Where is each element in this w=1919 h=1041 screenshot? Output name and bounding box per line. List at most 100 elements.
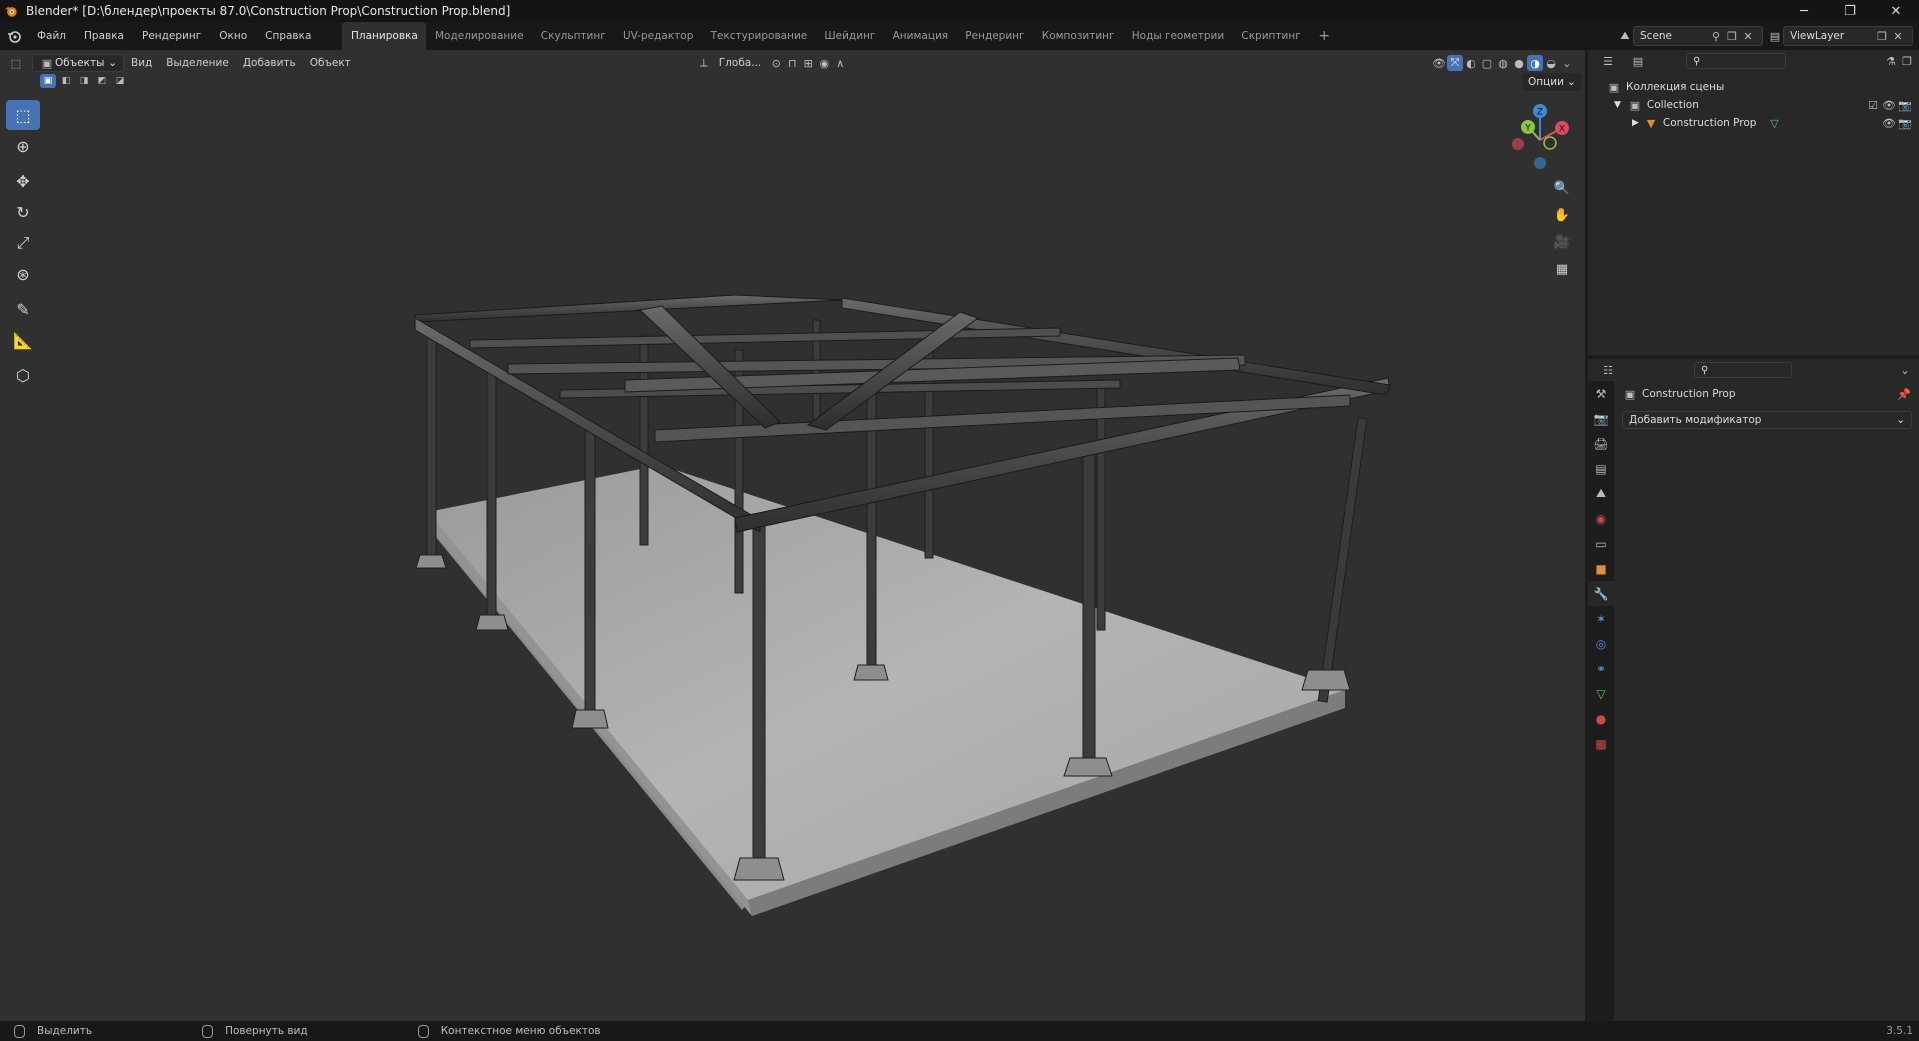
- 3d-viewport[interactable]: ⬚ ▣ Объекты ⌄ Вид Выделение Добавить Объ…: [0, 50, 1585, 1021]
- delete-view-layer-icon[interactable]: ✕: [1890, 28, 1906, 44]
- scene-selector[interactable]: Scene ⚲ ❐ ✕: [1633, 26, 1763, 46]
- menu-window[interactable]: Окно: [210, 22, 256, 50]
- new-collection-icon[interactable]: ❐: [1899, 53, 1915, 69]
- cursor-icon[interactable]: ⊕: [6, 131, 40, 161]
- add-workspace-icon[interactable]: +: [1309, 22, 1339, 50]
- menu-render[interactable]: Рендеринг: [133, 22, 210, 50]
- select-extend-icon[interactable]: ◧: [58, 74, 74, 88]
- construction-prop-mesh[interactable]: [0, 50, 1585, 1021]
- tab-shading[interactable]: Шейдинг: [816, 22, 884, 50]
- select-box-icon[interactable]: ⬚: [6, 100, 40, 130]
- new-view-layer-icon[interactable]: ❐: [1874, 28, 1890, 44]
- material-icon[interactable]: ●: [1588, 706, 1614, 731]
- world-icon[interactable]: ◉: [1588, 506, 1614, 531]
- gizmo-toggle-icon[interactable]: ⤧: [1447, 55, 1463, 71]
- select-intersect-icon[interactable]: ◪: [112, 74, 128, 88]
- particles-icon[interactable]: ✶: [1588, 606, 1614, 631]
- editor-type-icon[interactable]: ⬚: [8, 55, 24, 71]
- eye-icon[interactable]: 👁: [1881, 115, 1897, 131]
- solid-shading-icon[interactable]: ●: [1511, 55, 1527, 71]
- rotate-icon[interactable]: ↻: [6, 197, 40, 227]
- outliner-search[interactable]: ⚲: [1686, 53, 1786, 69]
- move-icon[interactable]: ✥: [6, 166, 40, 196]
- proportional-edit-icon[interactable]: ◉: [816, 55, 832, 71]
- menu-select[interactable]: Выделение: [159, 57, 236, 69]
- tab-animation[interactable]: Анимация: [884, 22, 957, 50]
- tab-geometry-nodes[interactable]: Ноды геометрии: [1123, 22, 1233, 50]
- add-modifier-button[interactable]: Добавить модификатор ⌄: [1622, 411, 1912, 429]
- wireframe-shading-icon[interactable]: ◍: [1495, 55, 1511, 71]
- select-new-icon[interactable]: ▣: [40, 74, 56, 88]
- options-dropdown[interactable]: Опции ⌄: [1522, 73, 1582, 91]
- tab-rendering[interactable]: Рендеринг: [957, 22, 1033, 50]
- transform-icon[interactable]: ⊛: [6, 259, 40, 289]
- rendered-shading-icon[interactable]: ◒: [1543, 55, 1559, 71]
- new-scene-icon[interactable]: ❐: [1724, 28, 1740, 44]
- tab-compositing[interactable]: Композитинг: [1033, 22, 1123, 50]
- restore-button[interactable]: ❐: [1827, 0, 1873, 22]
- falloff-icon[interactable]: ∧: [832, 55, 848, 71]
- scene-icon[interactable]: ⛰: [1617, 28, 1633, 44]
- modifier-icon[interactable]: 🔧: [1588, 581, 1614, 606]
- view-layer-selector[interactable]: ViewLayer ❐ ✕: [1783, 26, 1913, 46]
- outliner-row-object[interactable]: ▶ ▼ Construction Prop ▽ 👁 📷: [1588, 114, 1919, 132]
- hand-icon[interactable]: ✋: [1550, 203, 1574, 227]
- editor-type-icon[interactable]: ☷: [1600, 362, 1616, 378]
- texture-icon[interactable]: ▩: [1588, 731, 1614, 756]
- collection-icon[interactable]: ▭: [1588, 531, 1614, 556]
- close-button[interactable]: ✕: [1873, 0, 1919, 22]
- blender-menu-icon[interactable]: [0, 28, 28, 44]
- outliner-row-scene-collection[interactable]: ▣ Коллекция сцены: [1588, 78, 1919, 96]
- menu-help[interactable]: Справка: [256, 22, 320, 50]
- menu-file[interactable]: Файл: [28, 22, 75, 50]
- display-mode-icon[interactable]: ▤: [1630, 53, 1646, 69]
- mesh-data-icon[interactable]: ▽: [1766, 115, 1782, 131]
- menu-object[interactable]: Объект: [303, 57, 358, 69]
- tab-sculpting[interactable]: Скульптинг: [532, 22, 614, 50]
- tab-modeling[interactable]: Моделирование: [426, 22, 532, 50]
- chevron-down-icon[interactable]: ⌄: [1897, 362, 1913, 378]
- grid-icon[interactable]: ▦: [1550, 257, 1574, 281]
- scene-icon[interactable]: ⛰: [1588, 481, 1614, 506]
- eye-icon[interactable]: 👁: [1881, 97, 1897, 113]
- measure-icon[interactable]: 📐: [6, 325, 40, 355]
- material-shading-icon[interactable]: ◑: [1527, 55, 1543, 71]
- outliner-row-collection[interactable]: ▼ ▣ Collection ☑ 👁 📷: [1588, 96, 1919, 114]
- tab-uv-editing[interactable]: UV-редактор: [614, 22, 702, 50]
- orientation-icon[interactable]: ⟂: [696, 55, 712, 71]
- annotate-icon[interactable]: ✎: [6, 294, 40, 324]
- checkbox-icon[interactable]: ☑: [1865, 97, 1881, 113]
- tab-layout[interactable]: Планировка: [342, 22, 427, 50]
- render-camera-icon[interactable]: 📷: [1897, 97, 1913, 113]
- object-icon[interactable]: ■: [1588, 556, 1614, 581]
- delete-scene-icon[interactable]: ✕: [1740, 28, 1756, 44]
- xray-icon[interactable]: ▢: [1479, 55, 1495, 71]
- constraints-icon[interactable]: ⚭: [1588, 656, 1614, 681]
- expand-arrow-icon[interactable]: ▼: [1614, 100, 1621, 110]
- transform-orientation[interactable]: Глоба...: [712, 57, 768, 69]
- properties-search[interactable]: ⚲: [1694, 362, 1792, 378]
- tool-icon[interactable]: ⚒: [1588, 381, 1614, 406]
- scale-icon[interactable]: ⤢: [6, 228, 40, 258]
- tab-texture-paint[interactable]: Текстурирование: [702, 22, 816, 50]
- zoom-icon[interactable]: 🔍: [1550, 176, 1574, 200]
- expand-arrow-icon[interactable]: ▶: [1632, 118, 1639, 128]
- data-icon[interactable]: ▽: [1588, 681, 1614, 706]
- snap-target-icon[interactable]: ⊞: [800, 55, 816, 71]
- menu-edit[interactable]: Правка: [75, 22, 133, 50]
- editor-type-icon[interactable]: ☰: [1600, 53, 1616, 69]
- view-layer-icon[interactable]: ▤: [1767, 28, 1783, 44]
- overlay-toggle-icon[interactable]: ◐: [1463, 55, 1479, 71]
- pivot-icon[interactable]: ⊙: [768, 55, 784, 71]
- physics-icon[interactable]: ◎: [1588, 631, 1614, 656]
- render-camera-icon[interactable]: 📷: [1897, 115, 1913, 131]
- select-invert-icon[interactable]: ◩: [94, 74, 110, 88]
- camera-icon[interactable]: 🎥: [1550, 230, 1574, 254]
- render-icon[interactable]: 📷: [1588, 406, 1614, 431]
- minimize-button[interactable]: ─: [1781, 0, 1827, 22]
- output-icon[interactable]: 🖨: [1588, 431, 1614, 456]
- navigation-gizmo[interactable]: Z X Y: [1500, 100, 1580, 180]
- mode-selector[interactable]: ▣ Объекты ⌄: [32, 54, 124, 72]
- add-cube-icon[interactable]: ⬡: [6, 360, 40, 390]
- filter-icon[interactable]: ⚗: [1883, 53, 1899, 69]
